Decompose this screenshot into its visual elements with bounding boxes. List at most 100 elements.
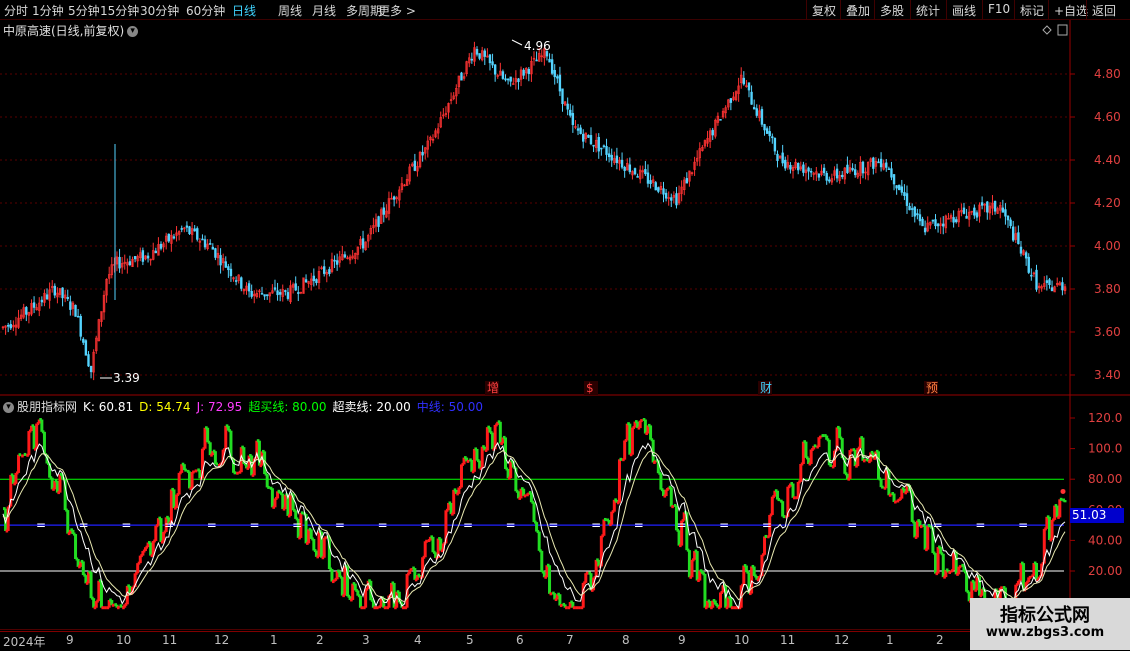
candle-body [167,233,170,242]
candle-body [392,196,396,200]
candle-body [763,124,766,131]
period-10-button[interactable]: 更多 > [378,2,416,19]
date-axis-label: 4 [414,633,422,647]
candle-body [797,163,800,171]
candle-body [729,98,733,103]
chevron-down-icon[interactable]: ▾ [3,402,14,413]
candle-body [615,155,619,164]
legend-j: J: 72.95 [196,400,243,414]
candle-body [522,69,525,76]
candle-body [675,193,678,206]
period-4-button[interactable]: 30分钟 [140,2,179,19]
candle-body [294,283,297,291]
candle-body [509,76,512,82]
candle-body [908,205,911,211]
midline-marker: = [79,518,89,532]
candle-body [936,223,940,227]
toolbar-divider [910,0,911,19]
candle-body [172,236,176,239]
candle-body [765,128,769,134]
candle-body [315,279,318,283]
candle-body [382,207,385,215]
indicator-axis-label: 20.00 [1088,564,1122,578]
tool-4-button[interactable]: 画线 [952,2,976,19]
candle-body [89,365,93,373]
midline-marker: = [676,518,686,532]
tool-3-button[interactable]: 统计 [916,2,940,19]
candle-body [755,108,758,116]
period-0-button[interactable]: 分时 [4,2,28,19]
price-axis-label: 3.40 [1094,368,1121,382]
candle-body [841,174,844,178]
candle-body [159,243,163,249]
candle-body [973,207,976,216]
candle-body [133,256,137,260]
candle-body [501,71,505,79]
candle-body [535,59,538,62]
date-axis-label: 3 [362,633,370,647]
midline-marker: = [378,518,388,532]
candle-body [872,157,875,169]
candle-body [273,287,277,290]
midline-marker: = [420,518,430,532]
period-3-button[interactable]: 15分钟 [100,2,139,19]
candle-body [628,164,632,173]
tool-2-button[interactable]: 多股 [880,2,904,19]
event-tag-0: 增 [487,381,499,395]
candle-body [32,302,36,308]
date-axis-label: 12 [834,633,850,647]
candle-body [781,152,784,164]
candle-body [923,227,927,233]
tool-6-button[interactable]: 标记 [1020,2,1044,19]
date-axis-label: 5 [466,633,474,647]
event-tag-3: 预 [926,381,938,395]
candle-body [527,68,531,75]
candle-body [592,144,595,147]
period-7-button[interactable]: 周线 [278,2,302,19]
tool-0-button[interactable]: 复权 [812,2,836,19]
candle-body [587,134,590,138]
legend-midline: 中线: 50.00 [416,400,483,414]
candle-body [664,192,668,199]
toolbar-divider [806,0,807,19]
tool-8-button[interactable]: 返回 [1092,2,1116,19]
candle-body [657,187,660,192]
candle-body [942,223,945,227]
legend-d: D: 54.74 [139,400,191,414]
toolbar-divider [1014,0,1015,19]
candle-body [475,49,479,55]
candle-body [742,77,746,85]
candle-body [1048,279,1051,286]
candle-body [670,197,673,201]
tool-1-button[interactable]: 叠加 [846,2,870,19]
indicator-name: 股朋指标网 [17,400,78,414]
period-2-button[interactable]: 5分钟 [68,2,100,19]
candle-body [558,74,562,92]
candle-body [9,324,12,329]
chevron-down-icon[interactable]: ▾ [127,26,139,37]
candle-body [607,153,611,158]
period-5-button[interactable]: 60分钟 [186,2,225,19]
candle-body [470,58,474,61]
tool-7-button[interactable]: +自选 [1054,2,1088,19]
candle-body [853,169,857,176]
date-axis-label: 12 [214,633,230,647]
watermark-url: www.zbgs3.com [985,625,1105,640]
candle-body [118,256,121,269]
candle-body [582,133,585,142]
period-9-button[interactable]: 多周期 [346,2,382,19]
candle-body [361,238,365,249]
period-8-button[interactable]: 月线 [312,2,336,19]
midline-marker: = [762,518,772,532]
tool-5-button[interactable]: F10 [988,2,1010,16]
candle-body [962,207,966,214]
candle-body [776,153,779,161]
date-axis-label: 2 [316,633,324,647]
period-1-button[interactable]: 1分钟 [32,2,64,19]
midline-marker: = [292,518,302,532]
candle-body [219,255,222,266]
candle-body [605,146,608,155]
stock-title-text: 中原高速(日线,前复权) [3,24,125,38]
period-6-button[interactable]: 日线 [232,2,256,19]
stock-title: 中原高速(日线,前复权) ▾ [3,22,139,39]
